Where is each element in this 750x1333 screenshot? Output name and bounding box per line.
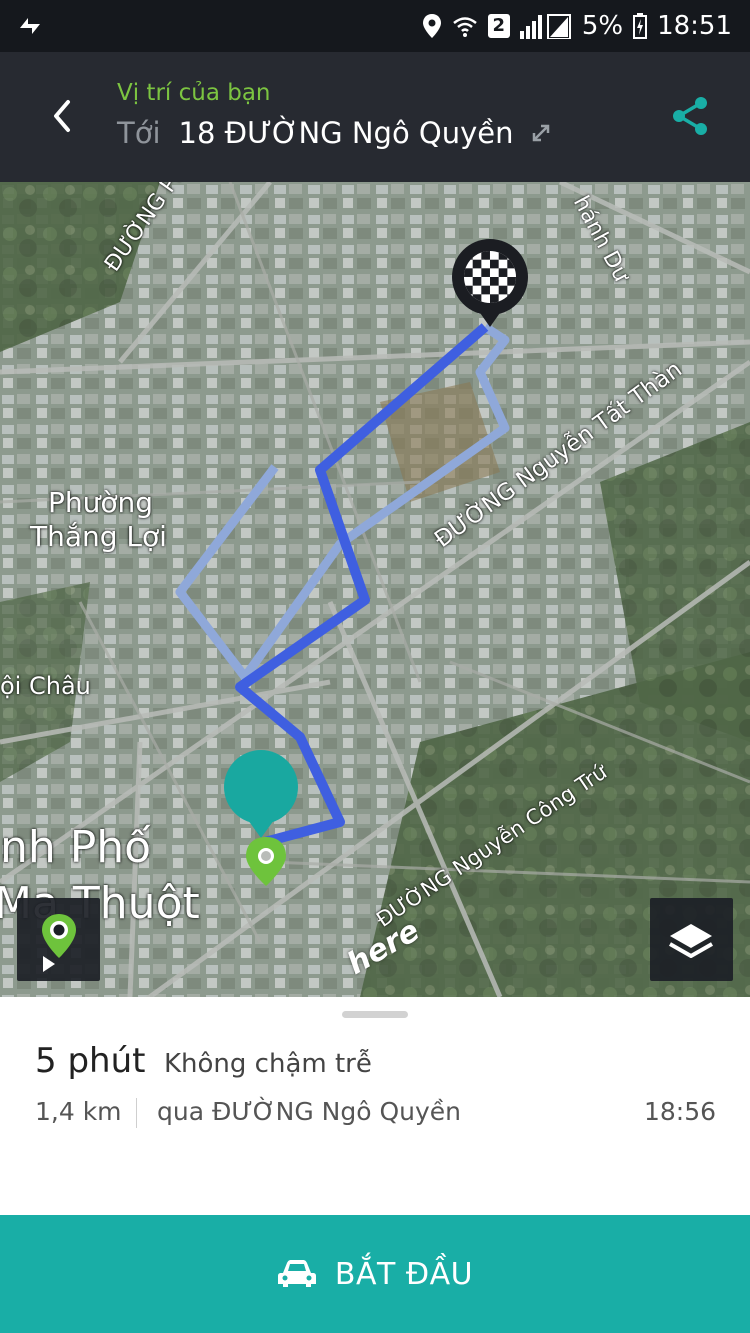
destination-row[interactable]: Tới 18 ĐƯỜNG Ngô Quyền (117, 116, 552, 150)
arrival-time: 18:56 (643, 1097, 716, 1126)
ward-label-line1: Phường (48, 486, 154, 519)
destination-prefix: Tới (117, 116, 161, 150)
location-icon (422, 14, 441, 38)
origin-label[interactable]: Vị trí của bạn (117, 80, 271, 106)
wifi-icon (453, 17, 477, 37)
sheet-drag-handle[interactable] (342, 1011, 408, 1018)
back-button[interactable] (44, 94, 84, 138)
satellite-map[interactable] (0, 182, 750, 997)
traffic-status: Không chậm trễ (164, 1049, 372, 1079)
destination-name: 18 ĐƯỜNG Ngô Quyền (178, 116, 514, 150)
map-view[interactable]: ĐƯỜNG Phan C hánh Dư ĐƯỜNG Nguyễn Tất Th… (0, 182, 750, 997)
status-bar: 2 5% 18:51 (0, 0, 750, 52)
route-header: Vị trí của bạn Tới 18 ĐƯỜNG Ngô Quyền (0, 52, 750, 182)
street-label-loi-chau: ội Châu (0, 672, 91, 700)
back-arrow-icon (54, 100, 70, 132)
sim-indicator: 2 (487, 14, 510, 38)
route-summary-sheet[interactable]: 5 phút Không chậm trễ 1,4 km qua ĐƯỜNG N… (0, 997, 750, 1215)
route-duration: 5 phút (35, 1041, 146, 1081)
share-button[interactable] (670, 94, 710, 138)
battery-percent: 5% (581, 11, 624, 41)
start-button-label: BẮT ĐẦU (334, 1256, 474, 1292)
city-label-line1: nh Phố (0, 822, 152, 873)
clock: 18:51 (657, 11, 732, 41)
my-location-button[interactable] (17, 898, 100, 981)
summary-divider (136, 1098, 137, 1128)
battery-icon (633, 13, 648, 39)
route-via: qua ĐƯỜNG Ngô Quyền (157, 1097, 462, 1126)
layers-icon (669, 924, 713, 958)
app-notification-icon (14, 10, 46, 42)
ward-label-line2: Thắng Lợi (30, 520, 167, 553)
expand-icon[interactable] (530, 122, 552, 144)
map-layers-button[interactable] (650, 898, 733, 981)
signal-icon (519, 14, 571, 39)
route-distance: 1,4 km (35, 1097, 122, 1126)
car-icon (277, 1260, 316, 1287)
share-icon (673, 97, 707, 135)
my-location-icon (42, 914, 76, 972)
start-navigation-button[interactable]: BẮT ĐẦU (0, 1215, 750, 1333)
